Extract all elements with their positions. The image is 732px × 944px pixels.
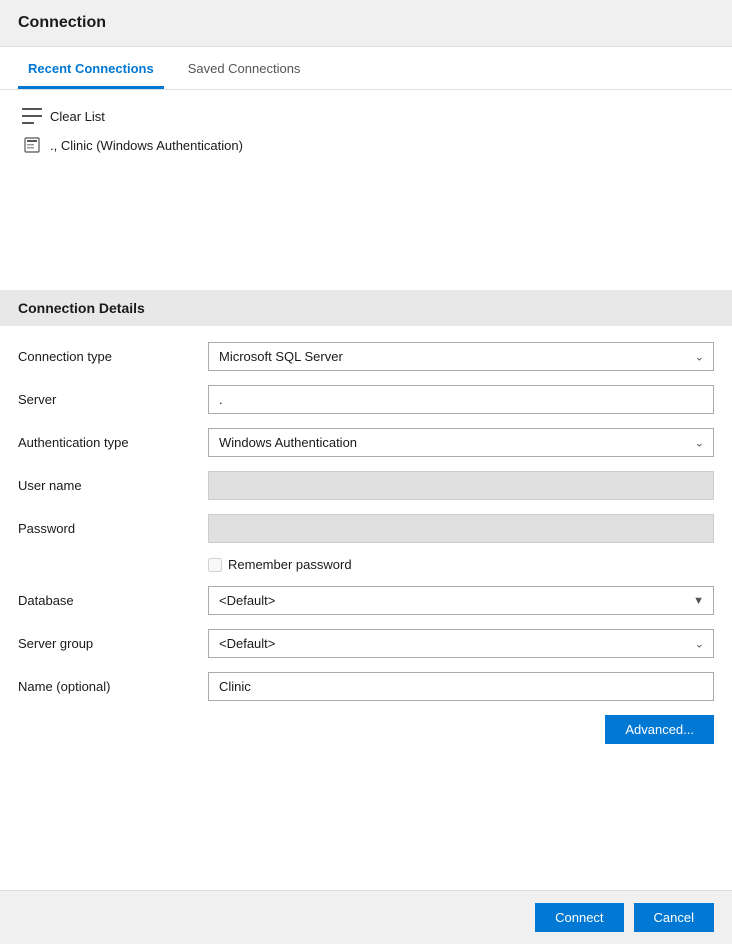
tab-saved[interactable]: Saved Connections (178, 47, 311, 89)
form-row-database: Database <Default> ▼ (18, 586, 714, 615)
remember-password-row: Remember password (18, 557, 714, 572)
section-header-details: Connection Details (0, 290, 732, 326)
list-item[interactable]: ., Clinic (Windows Authentication) (18, 130, 714, 160)
remember-password-checkbox[interactable] (208, 558, 222, 572)
form-row-auth-type: Authentication type Windows Authenticati… (18, 428, 714, 457)
cancel-button[interactable]: Cancel (634, 903, 714, 932)
form-area: Connection type Microsoft SQL Server ⌄ S… (0, 326, 732, 770)
form-row-connection-type: Connection type Microsoft SQL Server ⌄ (18, 342, 714, 371)
connection-type-label: Connection type (18, 349, 208, 364)
dialog-title: Connection (0, 0, 732, 47)
server-group-label: Server group (18, 636, 208, 651)
password-control (208, 514, 714, 543)
database-icon (22, 136, 42, 154)
tab-recent[interactable]: Recent Connections (18, 47, 164, 89)
tabs-bar: Recent Connections Saved Connections (0, 47, 732, 90)
server-label: Server (18, 392, 208, 407)
name-control (208, 672, 714, 701)
password-label: Password (18, 521, 208, 536)
connection-item-label: ., Clinic (Windows Authentication) (50, 138, 243, 153)
footer-bar: Connect Cancel (0, 890, 732, 944)
clear-icon (22, 108, 42, 124)
connection-type-select[interactable]: Microsoft SQL Server (208, 342, 714, 371)
connection-type-control: Microsoft SQL Server ⌄ (208, 342, 714, 371)
clear-list-button[interactable]: Clear List (18, 102, 714, 130)
server-group-control: <Default> ⌄ (208, 629, 714, 658)
password-input (208, 514, 714, 543)
username-input (208, 471, 714, 500)
server-input[interactable] (208, 385, 714, 414)
name-label: Name (optional) (18, 679, 208, 694)
connect-button[interactable]: Connect (535, 903, 623, 932)
username-label: User name (18, 478, 208, 493)
advanced-row: Advanced... (18, 715, 714, 744)
form-row-name: Name (optional) (18, 672, 714, 701)
database-control: <Default> ▼ (208, 586, 714, 615)
connections-area: Clear List ., Clinic (Windows Authentica… (0, 90, 732, 290)
server-group-select[interactable]: <Default> (208, 629, 714, 658)
advanced-button[interactable]: Advanced... (605, 715, 714, 744)
auth-type-control: Windows Authentication ⌄ (208, 428, 714, 457)
name-input[interactable] (208, 672, 714, 701)
remember-password-label: Remember password (228, 557, 352, 572)
database-label: Database (18, 593, 208, 608)
auth-type-label: Authentication type (18, 435, 208, 450)
form-row-password: Password (18, 514, 714, 543)
form-row-server: Server (18, 385, 714, 414)
server-control (208, 385, 714, 414)
form-row-username: User name (18, 471, 714, 500)
clear-list-label: Clear List (50, 109, 105, 124)
auth-type-select[interactable]: Windows Authentication (208, 428, 714, 457)
form-row-server-group: Server group <Default> ⌄ (18, 629, 714, 658)
database-select[interactable]: <Default> (208, 586, 714, 615)
username-control (208, 471, 714, 500)
